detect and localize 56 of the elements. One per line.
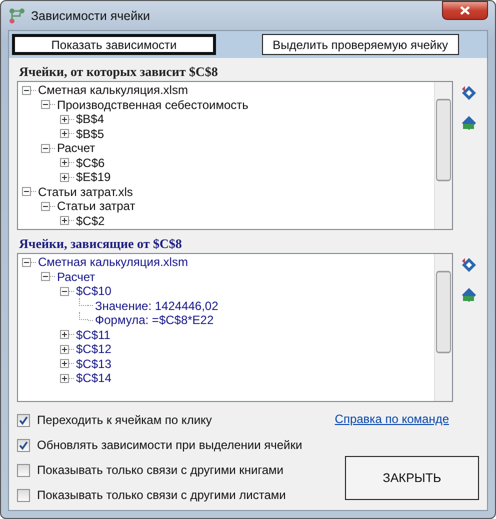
help-link[interactable]: Справка по команде xyxy=(334,412,449,426)
checkbox[interactable] xyxy=(17,438,30,452)
tree-item[interactable]: $B$4 xyxy=(76,112,104,126)
checkbox-label: Показывать только связи с другими книгами xyxy=(37,463,284,477)
section-title: Ячейки, зависящие от $C$8 xyxy=(18,235,183,253)
toolbar-button[interactable]: Выделить проверяемую ячейку xyxy=(262,34,459,55)
tree-item[interactable]: Расчет xyxy=(57,141,96,156)
window-title: Зависимости ячейки xyxy=(31,8,150,22)
tree-item[interactable]: Статьи затрат xyxy=(57,199,136,214)
plus-box-icon[interactable] xyxy=(60,359,69,368)
checkbox[interactable] xyxy=(17,488,30,502)
close-dialog-button[interactable]: ЗАКРЫТЬ xyxy=(345,456,479,500)
minus-box-icon[interactable] xyxy=(41,100,50,110)
minus-box-icon[interactable] xyxy=(22,86,31,95)
tree-item[interactable]: $C$13 xyxy=(76,356,112,371)
checkbox[interactable] xyxy=(17,414,30,426)
scrollbar[interactable] xyxy=(434,82,452,229)
minus-box-icon[interactable] xyxy=(41,144,50,153)
section-title: Ячейки, от которых зависит $C$8 xyxy=(18,63,219,81)
minus-box-icon[interactable] xyxy=(41,202,50,211)
tree-item[interactable]: Значение: 1424446,02 xyxy=(95,298,218,313)
minus-box-icon[interactable] xyxy=(60,286,69,296)
tree-item[interactable]: $C$11 xyxy=(76,328,110,342)
tree-item[interactable]: Расчет xyxy=(57,270,96,284)
tree-icon xyxy=(9,8,25,24)
checkbox-label: Показывать только связи с другими листами xyxy=(37,488,286,502)
tree-item[interactable]: Сметная калькуляция.xlsm xyxy=(38,255,188,270)
tree-item[interactable]: $C$10 xyxy=(76,284,112,298)
minus-box-icon[interactable] xyxy=(22,187,31,196)
plus-box-icon[interactable] xyxy=(60,374,69,383)
close-icon xyxy=(460,6,470,15)
minus-box-icon[interactable] xyxy=(41,272,50,282)
checkbox-label: Обновлять зависимости при выделении ячейки xyxy=(37,438,302,452)
plus-box-icon[interactable] xyxy=(60,216,69,226)
toolbar-button[interactable]: Показать зависимости xyxy=(12,34,216,55)
tree-item[interactable]: Статьи затрат.xls xyxy=(38,184,133,199)
plus-box-icon[interactable] xyxy=(60,129,69,138)
tree-item[interactable]: Сметная калькуляция.xlsm xyxy=(38,83,188,98)
tree-item[interactable]: $B$5 xyxy=(76,126,104,141)
plus-box-icon[interactable] xyxy=(60,158,69,168)
plus-box-icon[interactable] xyxy=(60,114,69,124)
tree-item[interactable]: $C$2 xyxy=(76,214,105,228)
tree-item[interactable]: $C$12 xyxy=(76,342,112,356)
tree-item[interactable]: Формула: =$C$8*E22 xyxy=(95,313,214,328)
plus-box-icon[interactable] xyxy=(60,330,69,340)
checkbox[interactable] xyxy=(17,464,30,476)
tree-item[interactable]: $C$6 xyxy=(76,156,105,170)
checkbox-label: Переходить к ячейкам по клику xyxy=(37,413,212,427)
tree-item[interactable]: Производственная себестоимость xyxy=(57,98,248,112)
plus-box-icon[interactable] xyxy=(60,172,69,182)
minus-box-icon[interactable] xyxy=(22,258,31,267)
tree-item[interactable]: $C$14 xyxy=(76,371,112,386)
scrollbar[interactable] xyxy=(434,254,452,401)
tree-item[interactable]: $E$19 xyxy=(76,170,111,184)
close-button[interactable] xyxy=(442,1,488,20)
plus-box-icon[interactable] xyxy=(60,344,69,354)
